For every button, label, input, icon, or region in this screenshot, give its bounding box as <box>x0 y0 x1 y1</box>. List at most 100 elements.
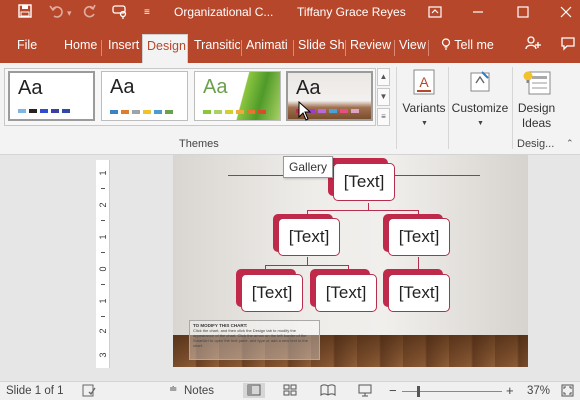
themes-group-label: Themes <box>179 138 219 150</box>
notes-icon: ≐ <box>169 384 178 395</box>
gallery-more-icon[interactable]: ≡ <box>377 108 390 126</box>
minimize-icon[interactable] <box>472 4 484 22</box>
org-chart-connector <box>307 210 419 211</box>
theme-color-swatches <box>110 110 173 114</box>
design-ideas-button[interactable]: Design Ideas <box>513 65 560 135</box>
tab-transitions[interactable]: Transitic <box>190 34 240 63</box>
zoom-out-icon[interactable]: − <box>389 383 397 398</box>
touch-mode-icon[interactable] <box>112 4 130 24</box>
org-chart-node[interactable]: [Text] <box>388 218 450 256</box>
add-user-icon[interactable] <box>521 35 545 64</box>
org-chart-node[interactable]: [Text] <box>388 274 450 312</box>
org-chart-connector <box>265 265 349 266</box>
instructions-body: Click the chart, and then click the Desi… <box>193 328 308 348</box>
tab-file[interactable]: File <box>13 34 41 63</box>
user-name[interactable]: Tiffany Grace Reyes <box>297 5 406 19</box>
collapse-ribbon-icon[interactable]: ⌃ <box>566 138 574 149</box>
theme-color-swatch <box>247 110 255 114</box>
theme-color-swatch <box>62 109 70 113</box>
tab-design[interactable]: Design <box>142 34 188 63</box>
theme-color-swatch <box>18 109 26 113</box>
gallery-scroll-down-icon[interactable]: ▼ <box>377 88 390 106</box>
gallery-tooltip: Gallery <box>283 156 334 178</box>
tab-separator <box>101 40 102 56</box>
theme-sample-text: Aa <box>110 76 135 98</box>
spell-check-icon[interactable] <box>82 384 96 400</box>
tab-separator <box>428 40 429 56</box>
fit-to-window-icon[interactable] <box>561 384 574 400</box>
org-chart-node[interactable]: [Text] <box>315 274 377 312</box>
theme-thumbnail-2[interactable]: Aa <box>101 71 188 121</box>
maximize-icon[interactable] <box>517 4 529 22</box>
close-icon[interactable] <box>560 4 572 22</box>
reading-view-icon[interactable] <box>320 384 336 399</box>
slide-sorter-icon[interactable] <box>283 384 297 399</box>
chevron-down-icon: ▼ <box>421 120 428 127</box>
tab-home[interactable]: Home <box>60 34 101 63</box>
tab-view[interactable]: View <box>395 34 430 63</box>
theme-color-swatches <box>203 110 266 114</box>
design-ideas-label-line2: Ideas <box>521 116 552 130</box>
ribbon-display-icon[interactable] <box>428 4 442 22</box>
lightbulb-icon <box>441 38 454 52</box>
undo-dropdown-icon[interactable]: ▾ <box>67 4 72 22</box>
theme-color-swatch <box>340 109 348 113</box>
ruler-number: 1 <box>98 170 108 176</box>
normal-view-icon[interactable] <box>243 383 265 398</box>
theme-color-swatch <box>154 110 162 114</box>
ruler-number: 1 <box>98 298 108 304</box>
variants-icon: A <box>412 69 436 98</box>
ruler-number: 3 <box>98 352 108 358</box>
ruler-tick <box>101 252 105 253</box>
org-chart-node[interactable]: [Text] <box>333 163 395 201</box>
slide-show-icon[interactable] <box>358 384 372 400</box>
zoom-percentage[interactable]: 37% <box>527 385 550 397</box>
theme-sample-text: Aa <box>18 77 43 99</box>
tab-animations[interactable]: Animati <box>242 34 292 63</box>
ruler-tick <box>101 284 105 285</box>
notes-button[interactable]: Notes <box>184 385 214 397</box>
theme-color-swatch <box>258 110 266 114</box>
tab-review[interactable]: Review <box>346 34 395 63</box>
customize-icon <box>468 69 492 98</box>
theme-color-swatch <box>203 110 211 114</box>
ruler-number: 0 <box>98 266 108 272</box>
zoom-in-icon[interactable]: + <box>506 383 514 398</box>
ruler-tick <box>101 220 105 221</box>
chevron-down-icon: ▼ <box>477 120 484 127</box>
org-chart-node[interactable]: [Text] <box>241 274 303 312</box>
theme-color-swatches <box>18 109 70 113</box>
slide-canvas[interactable]: [Text] [Text] [Text] [Text] [Text] [Text… <box>173 155 528 367</box>
tell-me-box[interactable]: Tell me <box>437 34 498 63</box>
org-chart-connector <box>368 203 369 210</box>
design-ideas-icon <box>522 69 552 100</box>
theme-color-swatch <box>351 109 359 113</box>
theme-color-swatch <box>225 110 233 114</box>
theme-color-swatch <box>318 109 326 113</box>
tab-insert[interactable]: Insert <box>104 34 143 63</box>
theme-color-swatch <box>165 110 173 114</box>
comments-icon[interactable] <box>556 35 580 64</box>
zoom-slider-thumb[interactable] <box>417 386 420 397</box>
variants-label: Variants <box>402 101 446 115</box>
customize-qat-icon[interactable]: ≡ <box>144 4 150 22</box>
redo-icon[interactable] <box>83 4 97 22</box>
org-chart-node[interactable]: [Text] <box>278 218 340 256</box>
design-ribbon: Aa Aa Aa Aa ▲ ▼ ≡ Themes A Variants ▼ Cu… <box>0 63 580 155</box>
theme-sample-text: Aa <box>203 76 228 98</box>
theme-color-swatch <box>110 110 118 114</box>
theme-thumbnail-3[interactable]: Aa <box>194 71 281 121</box>
theme-thumbnail-1[interactable]: Aa <box>8 71 95 121</box>
tab-slide-show[interactable]: Slide Sho <box>294 34 344 63</box>
save-icon[interactable] <box>18 4 32 22</box>
svg-text:A: A <box>419 74 429 90</box>
variants-button[interactable]: A Variants ▼ <box>401 65 447 135</box>
customize-button[interactable]: Customize ▼ <box>449 65 511 135</box>
vertical-ruler: 1 2 1 0 1 2 3 <box>96 160 110 368</box>
tell-me-label: Tell me <box>454 38 494 52</box>
instructions-textbox[interactable]: TO MODIFY THIS CHART: Click the chart, a… <box>189 320 320 360</box>
status-bar: Slide 1 of 1 ≐ Notes − + 37% <box>0 381 580 400</box>
gallery-scroll-up-icon[interactable]: ▲ <box>377 68 390 86</box>
undo-icon[interactable] <box>49 4 65 22</box>
customize-label: Customize <box>451 101 509 115</box>
